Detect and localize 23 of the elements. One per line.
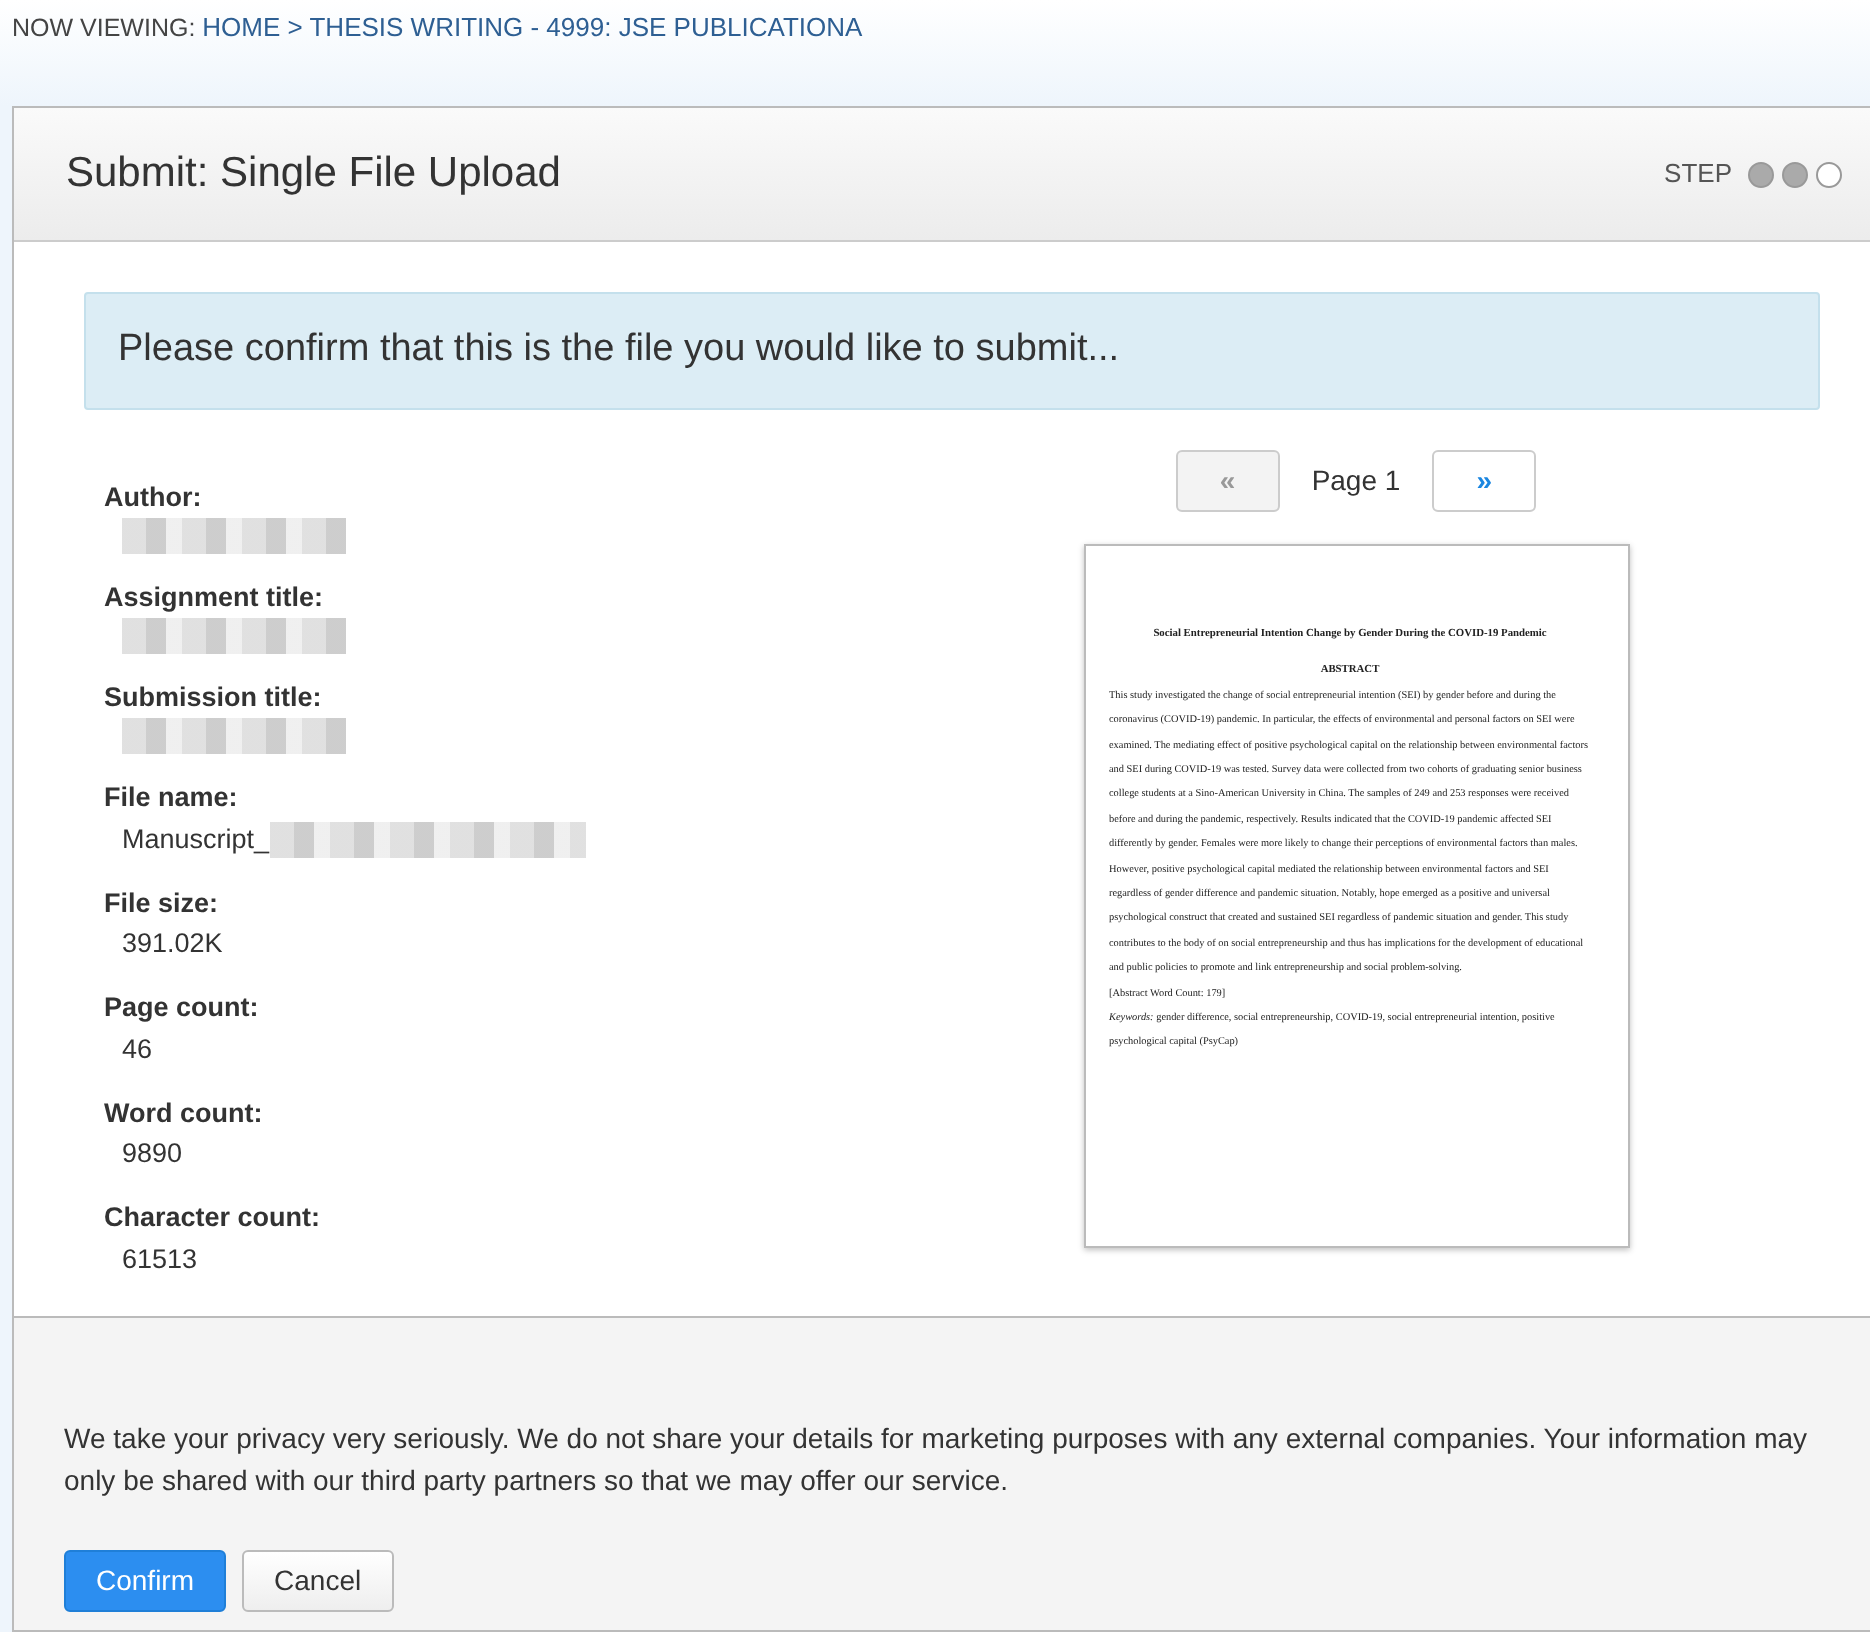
detail-label: Character count: [104, 1200, 323, 1237]
detail-label: Author: [104, 479, 204, 515]
privacy-text: We take your privacy very seriously. We do not share your details for marketing purposes with any external companies. Your information may only be shared with our third party partners so that we may offer our service. [64, 1420, 1810, 1500]
detail-label: File name: [104, 780, 240, 817]
detail-value: 46 [122, 1031, 153, 1067]
detail-label: Submission title: [104, 680, 324, 716]
confirm-button[interactable]: Confirm [64, 1550, 227, 1612]
detail-value: 391.02K [122, 926, 223, 962]
detail-value: 61513 [122, 1241, 198, 1277]
detail-label: Assignment title: [104, 579, 326, 616]
breadcrumb-link[interactable]: HOME > THESIS WRITING - 4999: JSE PUBLICATIONA [202, 12, 863, 42]
step-label: STEP [1664, 156, 1732, 193]
detail-label: Word count: [104, 1095, 265, 1132]
detail-label: Page count: [104, 990, 261, 1027]
cancel-button[interactable]: Cancel [242, 1550, 394, 1612]
panel-title: Submit: Single File Upload [66, 148, 561, 201]
breadcrumb-label: NOW VIEWING: [12, 14, 196, 42]
detail-value: 9890 [122, 1136, 183, 1172]
detail-label: File size: [104, 885, 221, 922]
next-page-button[interactable]: » [1432, 449, 1537, 511]
confirm-notice: Please confirm that this is the file you would like to submit... [84, 292, 1820, 409]
page-label: Page 1 [1311, 461, 1401, 500]
detail-value: Manuscript_ [122, 821, 270, 858]
